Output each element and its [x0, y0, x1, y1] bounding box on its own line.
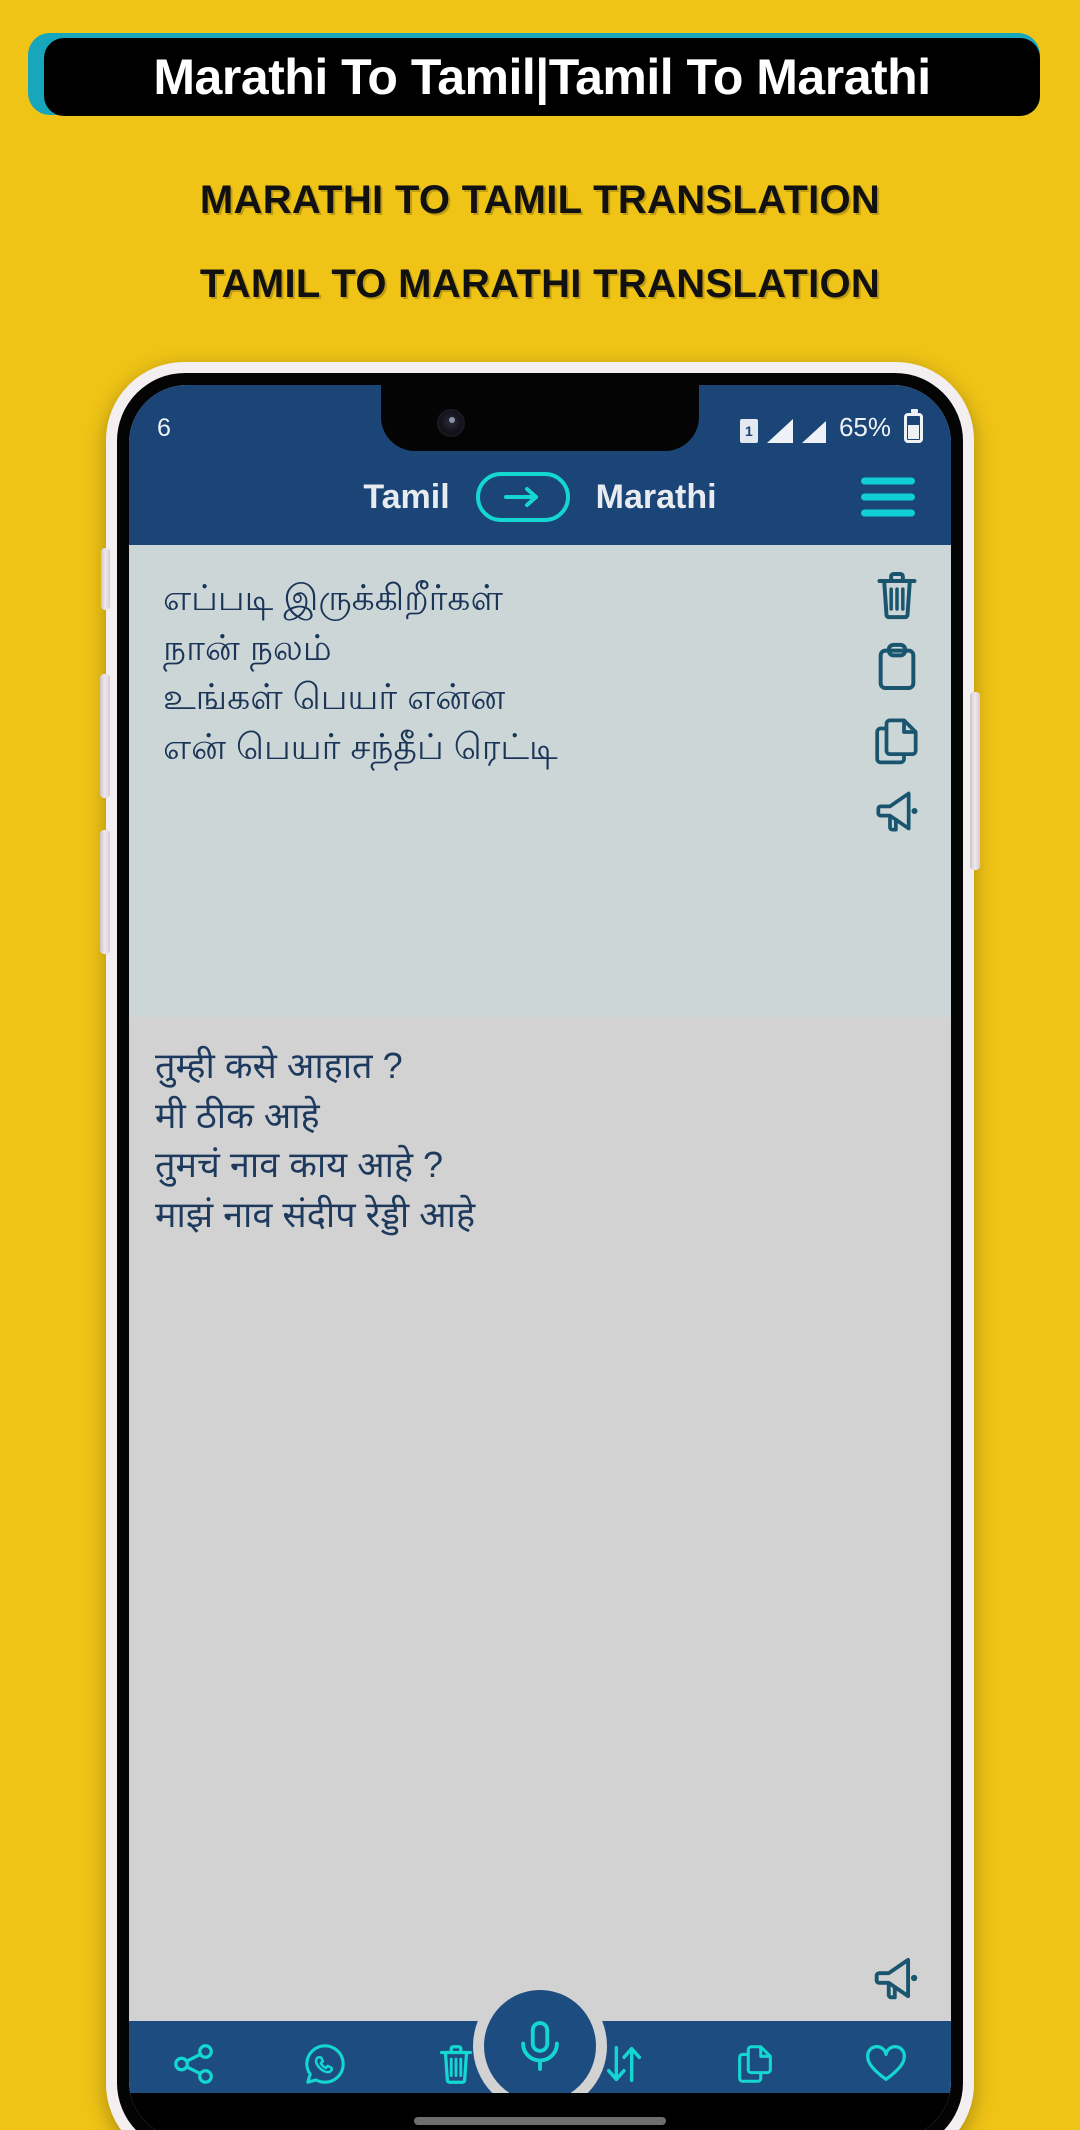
paste-icon[interactable]: [869, 639, 925, 695]
language-selector-group: Tamil Marathi: [129, 472, 951, 522]
source-language-label[interactable]: Tamil: [363, 478, 449, 517]
heart-icon: [865, 2045, 906, 2081]
phone-volume-down-button[interactable]: [100, 830, 110, 954]
speak-icon[interactable]: [867, 1949, 925, 2007]
promo-tagline-2: TAMIL TO MARATHI TRANSLATION: [199, 262, 881, 306]
hamburger-line-2: [861, 493, 915, 501]
share-icon: [174, 2044, 214, 2084]
delete-icon[interactable]: [869, 567, 925, 623]
battery-percent-label: 65%: [838, 412, 891, 442]
phone-bezel: 6 1 65% Tamil Marathi எப்படி இருக்கிறீர்…: [117, 373, 963, 2130]
phone-mockup: 6 1 65% Tamil Marathi எப்படி இருக்கிறீர்…: [100, 362, 980, 2130]
translate-swap-icon: [607, 2045, 642, 2083]
translated-text-output: तुम्ही कसे आहात ? मी ठीक आहे तुमचं नाव क…: [155, 1045, 476, 1236]
trash-icon: [439, 2045, 472, 2084]
speak-icon[interactable]: [869, 783, 925, 839]
sim-indicator-icon: 1: [739, 419, 758, 443]
copy-icon[interactable]: [869, 711, 925, 767]
phone-notch: [381, 385, 699, 451]
copy-icon: [738, 2045, 772, 2083]
phone-volume-up-button[interactable]: [100, 674, 110, 798]
target-language-label[interactable]: Marathi: [596, 478, 717, 517]
microphone-icon: [521, 2021, 559, 2071]
app-title: Marathi To Tamil|Tamil To Marathi: [44, 38, 1040, 116]
signal-bars-icon-1: [766, 419, 793, 443]
source-text-input[interactable]: எப்படி இருக்கிறீர்கள் நான் நலம் உங்கள் ப…: [163, 573, 821, 772]
hamburger-line-1: [861, 477, 915, 485]
battery-icon: [904, 409, 923, 443]
home-indicator[interactable]: [414, 2117, 666, 2125]
status-bar-time: 6: [157, 414, 171, 442]
translated-text-panel[interactable]: तुम्ही कसे आहात ? मी ठीक आहे तुमचं नाव क…: [129, 1017, 951, 2130]
status-bar-indicators: 1 65%: [739, 409, 923, 443]
app-bar: Tamil Marathi: [129, 449, 951, 545]
whatsapp-icon: [305, 2044, 345, 2084]
promo-tagline-1: MARATHI TO TAMIL TRANSLATION: [199, 178, 881, 222]
arrow-right-icon: [503, 487, 538, 507]
front-camera-icon: [437, 409, 465, 437]
promo-title-frame: Marathi To Tamil|Tamil To Marathi: [28, 33, 1040, 116]
hamburger-menu-icon[interactable]: [861, 477, 915, 517]
phone-power-button[interactable]: [970, 692, 980, 870]
signal-bars-icon-2: [801, 421, 826, 443]
hamburger-line-3: [861, 509, 915, 517]
phone-silent-switch[interactable]: [101, 548, 110, 610]
source-panel-actions: [869, 567, 925, 839]
swap-languages-button[interactable]: [475, 472, 570, 522]
source-text-panel[interactable]: எப்படி இருக்கிறீர்கள் நான் நலம் உங்கள் ப…: [129, 545, 951, 1017]
phone-screen: 6 1 65% Tamil Marathi எப்படி இருக்கிறீர்…: [129, 385, 951, 2130]
